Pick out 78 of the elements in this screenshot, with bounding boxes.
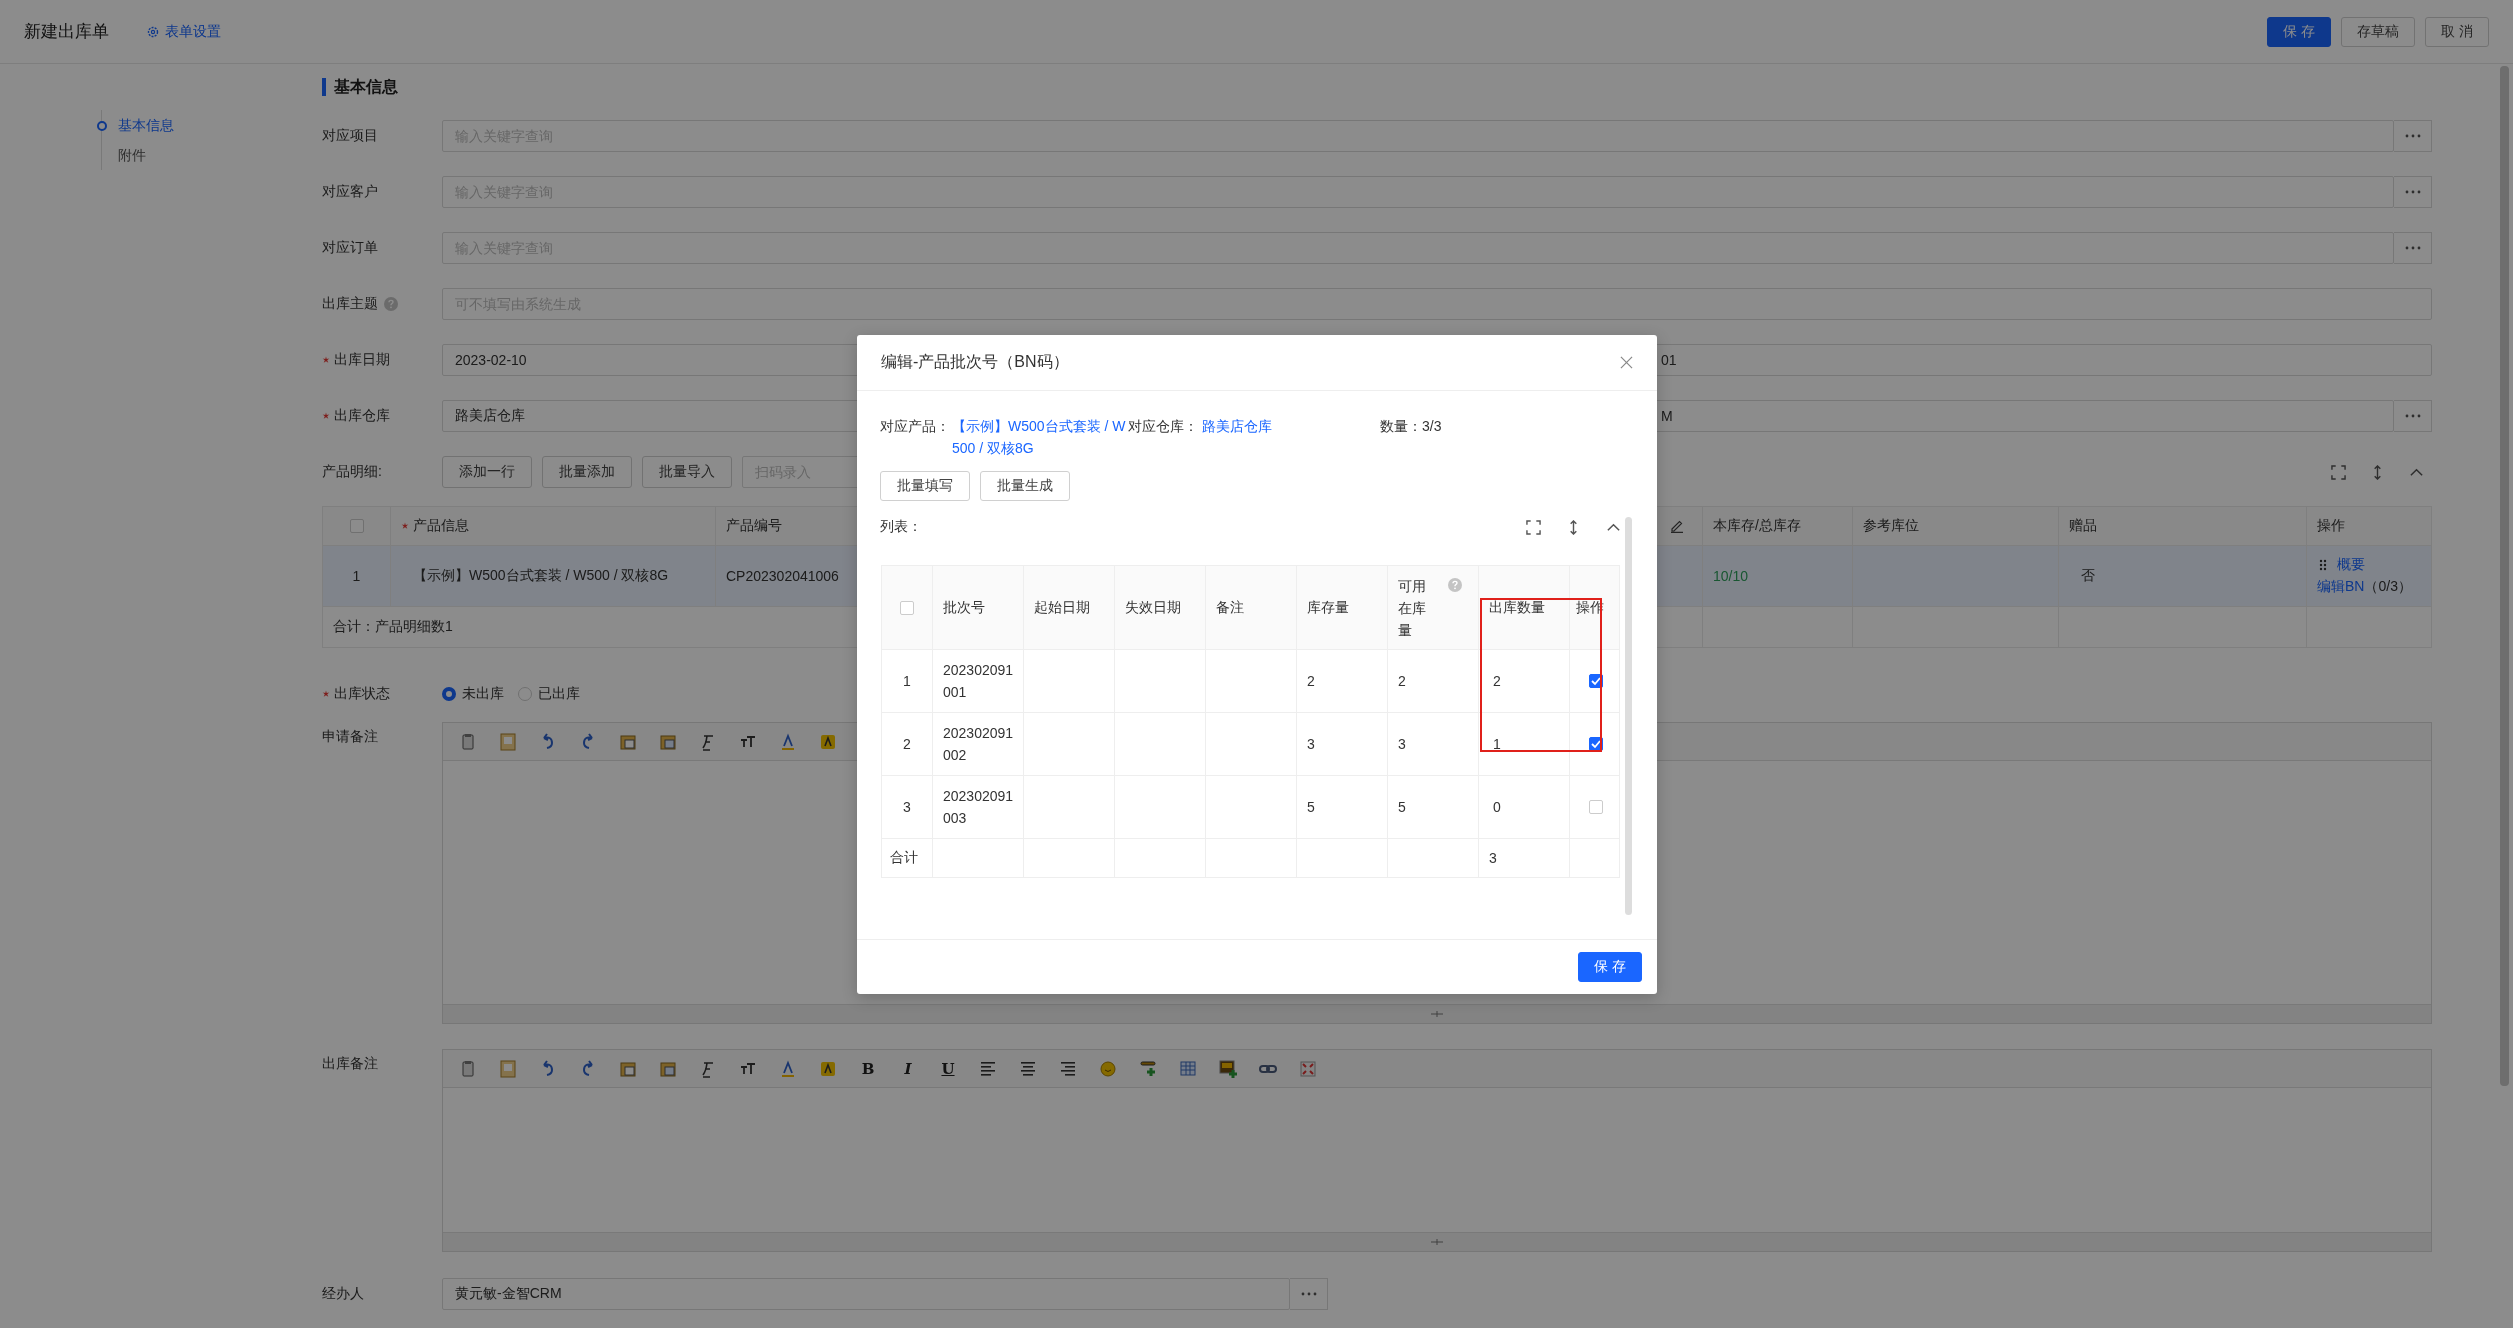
header-button[interactable]: 保 存 xyxy=(2267,16,2332,47)
nav-item[interactable]: 基本信息 xyxy=(96,110,322,140)
column-header: 库存量 xyxy=(1307,598,1349,617)
batch-number: 202302091003 xyxy=(943,787,1015,828)
batch-number: 202302091001 xyxy=(943,661,1015,702)
field-label: 出库日期 xyxy=(334,351,390,369)
table-cell: 10/10 xyxy=(1713,568,1749,584)
column-header: 起始日期 xyxy=(1034,598,1090,617)
row-number: 2 xyxy=(903,736,911,752)
field-label: 出库备注 xyxy=(322,1055,378,1073)
column-header: 备注 xyxy=(1216,598,1244,617)
input-field[interactable]: 黄元敏-金智CRM xyxy=(442,1278,1290,1310)
table-cell: 5 xyxy=(1398,799,1406,815)
batch-number: 202302091002 xyxy=(943,724,1015,765)
quantity-text: 数量：3/3 xyxy=(1380,417,1443,436)
batch-button[interactable]: 批量生成 xyxy=(980,471,1070,501)
column-header: 产品信息 xyxy=(413,517,469,535)
table-cell: 2 xyxy=(1493,673,1501,689)
table-cell: 3 xyxy=(1307,736,1315,752)
format-button[interactable]: B xyxy=(858,1059,878,1078)
total-label: 合计 xyxy=(890,849,918,867)
edit-bn-link[interactable]: 编辑BN xyxy=(2317,578,2365,596)
column-header: 本库存/总库存 xyxy=(1713,517,1801,535)
rich-text-editor[interactable]: B I U xyxy=(442,1049,2432,1252)
toolbar-button[interactable]: 批量导入 xyxy=(642,456,732,488)
header-button[interactable]: 存草稿 xyxy=(2341,16,2416,47)
header-button[interactable]: 取 消 xyxy=(2425,16,2489,47)
bn-count: （0/3） xyxy=(2364,578,2412,596)
save-button[interactable]: 保 存 xyxy=(1578,952,1642,982)
table-cell: 0 xyxy=(1493,799,1501,815)
nav-item[interactable]: 附件 xyxy=(96,140,322,170)
product-link[interactable]: 【示例】W500台式套装 / W500 / 双核8G xyxy=(952,415,1128,459)
column-header: 批次号 xyxy=(943,598,985,617)
table-cell: 5 xyxy=(1307,799,1315,815)
row-number: 1 xyxy=(352,568,361,584)
table-cell-text: 【示例】W500台式套装 / W500 / 双核8G xyxy=(412,567,669,585)
info-label: 对应仓库： xyxy=(1128,417,1199,436)
column-header: 赠品 xyxy=(2069,517,2097,535)
radio-label: 未出库 xyxy=(462,685,504,703)
field-label: 经办人 xyxy=(322,1285,364,1303)
form-settings-link[interactable]: 表单设置 xyxy=(165,22,221,41)
toolbar-button[interactable]: 批量添加 xyxy=(542,456,632,488)
dialog-title: 编辑-产品批次号（BN码） xyxy=(881,352,1069,372)
radio-label: 已出库 xyxy=(538,685,580,703)
table-cell: 1 xyxy=(1493,736,1501,752)
field-label: 对应订单 xyxy=(322,239,378,257)
column-header: 可用在库量 xyxy=(1398,576,1427,640)
column-header: 参考库位 xyxy=(1863,517,1919,535)
list-label: 列表： xyxy=(880,518,922,536)
column-header: 失效日期 xyxy=(1125,598,1181,617)
summary-text: 合计：产品明细数1 xyxy=(333,618,453,636)
section-title: 基本信息 xyxy=(322,78,2432,96)
table-cell: CP202302041006 xyxy=(726,568,839,584)
page-title: 新建出库单 xyxy=(24,21,109,43)
format-button[interactable]: I xyxy=(898,1059,918,1078)
table-cell: 2 xyxy=(1398,673,1406,689)
column-header: 产品编号 xyxy=(726,517,782,535)
format-button[interactable]: U xyxy=(938,1059,958,1078)
overview-link[interactable]: 概要 xyxy=(2337,556,2365,574)
column-header: 操作 xyxy=(2317,517,2345,535)
column-header: 出库数量 xyxy=(1489,598,1545,617)
field-label: 对应客户 xyxy=(322,183,378,201)
field-label: 出库状态 xyxy=(334,685,390,703)
field-label: 出库仓库 xyxy=(334,407,390,425)
field-label: 对应项目 xyxy=(322,127,378,145)
batch-button[interactable]: 批量填写 xyxy=(880,471,970,501)
warehouse-link[interactable]: 路美店仓库 xyxy=(1202,415,1380,437)
table-cell: 2 xyxy=(1307,673,1315,689)
info-label: 对应产品： xyxy=(880,417,951,436)
row-number: 1 xyxy=(903,673,911,689)
row-number: 3 xyxy=(903,799,911,815)
table-cell-text: 否 xyxy=(2080,567,2095,585)
field-label: 申请备注 xyxy=(322,728,378,746)
total-value: 3 xyxy=(1489,850,1497,866)
field-label: 出库主题 xyxy=(322,295,378,313)
toolbar-button[interactable]: 添加一行 xyxy=(442,456,532,488)
field-label: 产品明细: xyxy=(322,463,382,481)
table-cell: 3 xyxy=(1398,736,1406,752)
